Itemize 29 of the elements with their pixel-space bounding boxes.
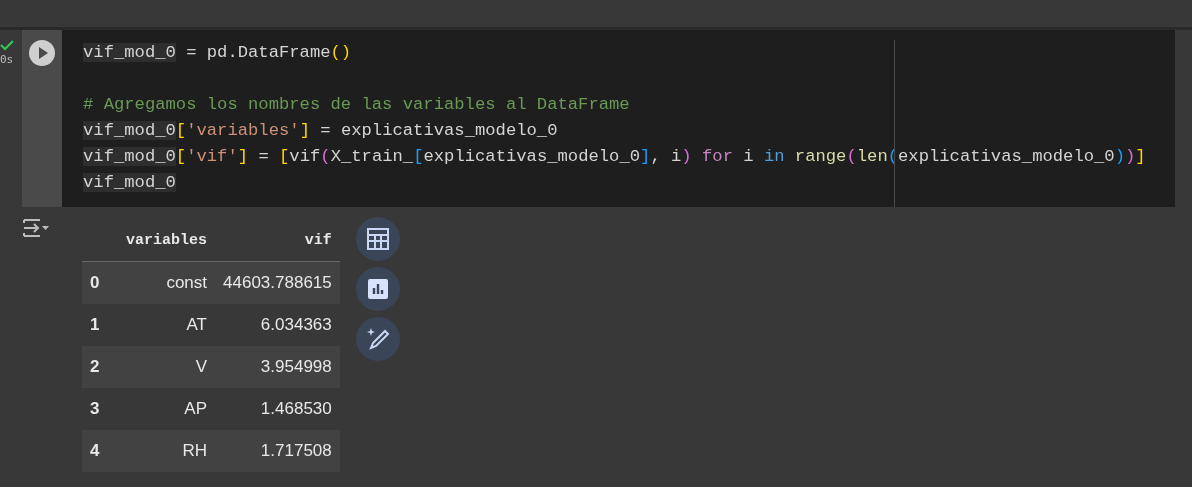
table-cell: V	[118, 346, 215, 388]
table-cell: 1.468530	[215, 388, 340, 430]
run-button[interactable]	[29, 40, 55, 66]
column-header: vif	[215, 219, 340, 262]
bar-chart-icon	[366, 278, 389, 300]
row-index: 1	[82, 304, 118, 346]
code-line: vif_mod_0 = pd.DataFrame()	[83, 42, 353, 64]
table-cell: AP	[118, 388, 215, 430]
code-editor[interactable]	[62, 30, 1175, 207]
row-index: 3	[82, 388, 118, 430]
table-cell: 3.954998	[215, 346, 340, 388]
column-header: variables	[118, 219, 215, 262]
row-index: 4	[82, 430, 118, 472]
chart-button[interactable]	[355, 267, 400, 311]
code-line: vif_mod_0['variables'] = explicativas_modelo_0	[83, 120, 559, 142]
code-line: # Agregamos los nombres de las variables al DataFrame	[83, 94, 631, 116]
table-cell: RH	[118, 430, 215, 472]
execution-time: 0s	[0, 53, 14, 66]
table-cell: AT	[118, 304, 215, 346]
row-index: 2	[82, 346, 118, 388]
magic-pencil-button[interactable]	[355, 317, 400, 361]
table-cell: 44603.788615	[215, 261, 340, 304]
table-cell: const	[118, 261, 215, 304]
table-cell: 6.034363	[215, 304, 340, 346]
row-index: 0	[82, 261, 118, 304]
table-icon	[365, 227, 390, 251]
table-cell: 1.717508	[215, 430, 340, 472]
table-view-button[interactable]	[355, 217, 400, 261]
output-toggle-icon[interactable]	[22, 217, 50, 239]
